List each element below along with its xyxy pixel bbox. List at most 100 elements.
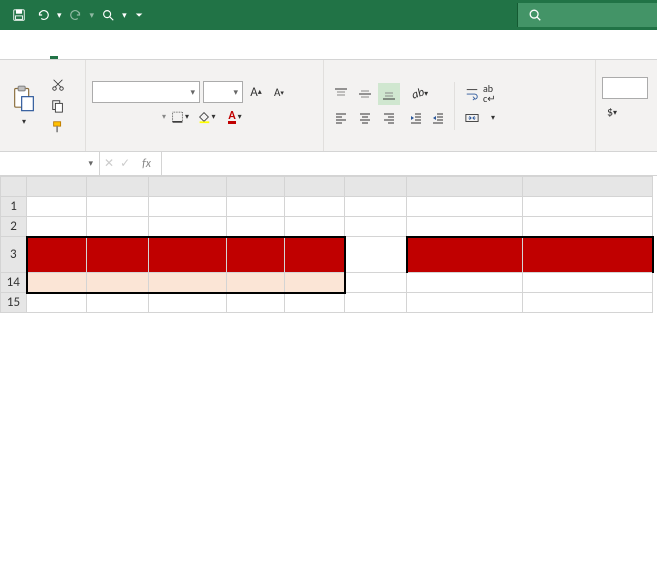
search-box[interactable] — [517, 3, 657, 27]
borders-button[interactable]: ▾ — [170, 107, 190, 127]
range-label[interactable] — [87, 293, 149, 313]
row-header[interactable]: 15 — [1, 293, 27, 313]
copy-icon — [51, 99, 65, 113]
ribbon-tabs — [0, 30, 657, 60]
col-header[interactable] — [87, 177, 149, 197]
header-srno[interactable] — [27, 237, 87, 273]
chevron-down-icon[interactable]: ▾ — [161, 112, 167, 122]
col-header[interactable] — [407, 177, 523, 197]
insert-function-button[interactable]: fx — [136, 157, 157, 171]
tab-formulas[interactable] — [132, 30, 156, 59]
col-header[interactable] — [285, 177, 345, 197]
alignment-grid — [330, 83, 400, 129]
header-qty[interactable] — [149, 237, 227, 273]
select-all-corner[interactable] — [1, 177, 27, 197]
header-fruit[interactable] — [87, 237, 149, 273]
fill-color-button[interactable]: ▾ — [193, 107, 219, 127]
increase-indent-button[interactable] — [428, 108, 448, 128]
total-qty[interactable] — [149, 273, 227, 293]
total-label[interactable] — [27, 273, 87, 293]
redo-button[interactable] — [65, 3, 87, 27]
border-icon — [171, 110, 184, 124]
wrap-text-button[interactable]: abc↵ — [461, 83, 504, 105]
group-alignment: ab▾ abc↵ ▾ — [324, 60, 596, 151]
row-header[interactable]: 3 — [1, 237, 27, 273]
redo-dropdown-icon[interactable]: ▾ — [89, 10, 96, 21]
dataset1-title[interactable] — [149, 197, 227, 217]
tab-help[interactable] — [252, 30, 276, 59]
orientation-button[interactable]: ab▾ — [406, 84, 434, 104]
header-amount[interactable] — [285, 237, 345, 273]
font-name-combo[interactable]: ▾ — [92, 81, 200, 103]
tab-insert[interactable] — [72, 30, 96, 59]
font-size-combo[interactable]: ▾ — [203, 81, 243, 103]
number-format-combo[interactable] — [602, 77, 648, 99]
tab-review[interactable] — [192, 30, 216, 59]
enter-formula-button[interactable]: ✓ — [120, 156, 130, 171]
group-label-clipboard — [6, 148, 79, 149]
underline-button[interactable] — [138, 107, 158, 127]
undo-dropdown-icon[interactable]: ▾ — [56, 10, 63, 21]
cancel-formula-button[interactable]: ✕ — [104, 156, 114, 171]
name-box[interactable]: ▾ — [0, 152, 100, 175]
titlebar: ▾ ▾ ▾ ⏷ — [0, 0, 657, 30]
col-header[interactable] — [345, 177, 407, 197]
qat-customize-icon[interactable]: ⏷ — [130, 10, 144, 21]
row-header[interactable]: 2 — [1, 217, 27, 237]
copy-button[interactable] — [48, 97, 68, 115]
font-color-button[interactable]: A▾ — [222, 107, 248, 127]
formula-bar: ▾ ✕ ✓ fx — [0, 152, 657, 176]
row-header[interactable]: 1 — [1, 197, 27, 217]
accounting-format-button[interactable]: $▾ — [602, 103, 622, 123]
align-bottom-button[interactable] — [378, 83, 400, 105]
grow-font-button[interactable]: A▴ — [246, 82, 266, 102]
format-painter-button[interactable] — [48, 118, 68, 136]
paste-button[interactable]: ▾ — [6, 64, 42, 148]
group-label-alignment — [330, 148, 589, 149]
formula-bar-controls: ✕ ✓ fx — [100, 152, 162, 175]
group-font: ▾ ▾ A▴ A▾ ▾ ▾ ▾ A▾ — [86, 60, 324, 151]
indent-icon — [431, 111, 445, 125]
group-clipboard: ▾ — [0, 60, 86, 151]
italic-button[interactable] — [115, 107, 135, 127]
clipboard-icon — [10, 85, 38, 113]
align-middle-button[interactable] — [354, 83, 376, 105]
header-price[interactable] — [227, 237, 285, 273]
dataset2-title[interactable] — [407, 197, 523, 217]
col-header[interactable] — [27, 177, 87, 197]
worksheet[interactable]: 1 2 3 14 15 — [0, 176, 657, 313]
shrink-font-button[interactable]: A▾ — [269, 82, 289, 102]
col-header[interactable] — [227, 177, 285, 197]
save-button[interactable] — [8, 3, 30, 27]
cut-button[interactable] — [48, 76, 68, 94]
ribbon: ▾ ▾ ▾ A▴ A▾ ▾ ▾ ▾ — [0, 60, 657, 152]
search-icon — [528, 8, 542, 22]
bold-button[interactable] — [92, 107, 112, 127]
decrease-indent-button[interactable] — [406, 108, 426, 128]
chevron-down-icon: ▾ — [88, 158, 93, 169]
align-left-button[interactable] — [330, 107, 352, 129]
undo-button[interactable] — [32, 3, 54, 27]
tab-home[interactable] — [42, 30, 66, 59]
tab-page-layout[interactable] — [102, 30, 126, 59]
header2-fruit[interactable] — [407, 237, 523, 273]
search-qat-button[interactable] — [97, 3, 119, 27]
align-right-button[interactable] — [378, 107, 400, 129]
row-header[interactable]: 14 — [1, 273, 27, 293]
chevron-down-icon: ▾ — [190, 87, 195, 98]
tab-file[interactable] — [12, 30, 36, 59]
total-amount[interactable] — [285, 273, 345, 293]
align-center-button[interactable] — [354, 107, 376, 129]
formula-input[interactable] — [162, 152, 657, 175]
header2-count[interactable] — [523, 237, 653, 273]
search-dropdown-icon[interactable]: ▾ — [121, 10, 128, 21]
tab-view[interactable] — [222, 30, 246, 59]
bucket-icon — [197, 110, 211, 124]
align-top-button[interactable] — [330, 83, 352, 105]
col-header[interactable] — [523, 177, 653, 197]
tab-data[interactable] — [162, 30, 186, 59]
merge-center-button[interactable]: ▾ — [461, 107, 504, 129]
brush-icon — [51, 120, 65, 134]
col-header[interactable] — [149, 177, 227, 197]
quick-access-toolbar: ▾ ▾ ▾ ⏷ — [0, 3, 144, 27]
